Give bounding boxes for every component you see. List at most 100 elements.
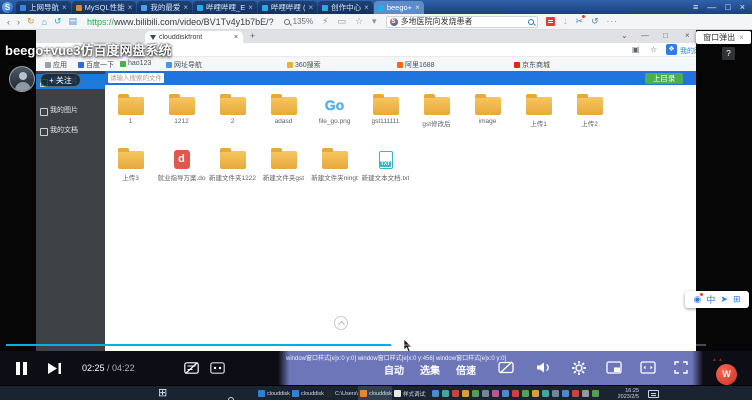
browser-tab[interactable]: MySQL性能× (72, 1, 137, 14)
tray-icon[interactable] (582, 390, 589, 397)
file-item[interactable]: gst修改后 (411, 89, 462, 139)
tray-icon[interactable] (512, 390, 519, 397)
browser-tab[interactable]: 哔哩哔哩 (× (258, 1, 317, 14)
taskbar-task-button[interactable]: 样式调试大... (392, 386, 426, 400)
settings-gear-icon[interactable] (572, 361, 586, 375)
widescreen-icon[interactable] (640, 361, 656, 374)
fullscreen-icon[interactable] (674, 361, 688, 374)
grid-icon[interactable]: ⊞ (733, 294, 741, 305)
mini-player-icon[interactable] (606, 361, 622, 374)
notification-center-icon[interactable] (648, 390, 659, 398)
tab-close-icon[interactable]: × (308, 3, 313, 12)
reader-mode-icon[interactable]: ▤ (69, 16, 78, 27)
taskbar-task-button[interactable]: clouddiske... (256, 386, 290, 400)
close-icon[interactable]: × (740, 2, 745, 12)
tray-icon[interactable] (552, 390, 559, 397)
tray-icon[interactable] (572, 390, 579, 397)
file-item[interactable]: 1 (105, 89, 156, 139)
tray-icon[interactable] (472, 390, 479, 397)
file-item[interactable]: 2 (207, 89, 258, 139)
tab-close-icon[interactable]: × (183, 3, 188, 12)
home-icon[interactable]: ⌂ (42, 17, 47, 27)
flash-icon[interactable]: ⚡ (322, 16, 328, 27)
file-item[interactable]: Gofile_go.png (309, 89, 360, 139)
zoom-control[interactable]: 135% (284, 17, 313, 26)
tooltip-close-icon[interactable]: × (739, 33, 744, 42)
file-item[interactable]: 上传2 (564, 89, 615, 139)
speed-button[interactable]: 倍速 (456, 362, 476, 377)
taskbar-task-button[interactable]: C:\Users\Ad... (324, 386, 358, 400)
search-icon[interactable] (528, 19, 534, 25)
file-item[interactable]: 1212 (156, 89, 207, 139)
tray-icon[interactable] (492, 390, 499, 397)
browser-tab[interactable]: 我的最爱× (137, 1, 192, 14)
tray-icon[interactable] (542, 390, 549, 397)
tray-icon[interactable] (562, 390, 569, 397)
tab-close-icon[interactable]: × (364, 3, 369, 12)
subtitle-off-icon[interactable] (498, 361, 514, 374)
clock-history-icon[interactable]: ↺ (591, 16, 599, 27)
help-icon[interactable]: ? (722, 47, 735, 60)
tab-close-icon[interactable]: × (62, 3, 67, 12)
tray-icon[interactable] (532, 390, 539, 397)
file-item[interactable]: 上传1 (513, 89, 564, 139)
file-item[interactable]: image (462, 89, 513, 139)
tray-icon[interactable] (432, 390, 439, 397)
menu-icon[interactable]: ≡ (693, 2, 698, 12)
file-item[interactable]: 新建文件夹1222 (207, 143, 258, 193)
tab-close-icon[interactable]: × (415, 3, 420, 12)
refresh-icon[interactable]: ↻ (27, 16, 35, 27)
browser-tab[interactable]: 上网导航× (16, 1, 71, 14)
browser-tab[interactable]: 哔哩哔哩_E× (193, 1, 257, 14)
taskbar-task-button[interactable]: clouddiskfr... (358, 386, 392, 400)
search-input[interactable]: S 多地医院向发烧患者 (386, 16, 538, 28)
quality-auto-button[interactable]: 自动 (384, 362, 404, 377)
video-viewport[interactable]: clouddiskfront × + ⌄ — □ × ▣ ☆ ❖ 我的网盘 应用… (0, 30, 752, 385)
translate-icon[interactable]: 中 (706, 293, 715, 306)
volume-icon[interactable] (536, 361, 551, 374)
file-item[interactable]: TXT新建文本文档.txt (360, 143, 411, 193)
browser-tab[interactable]: 创作中心× (318, 1, 373, 14)
taskbar-task-button[interactable]: clouddiskfr... (290, 386, 324, 400)
tray-icon[interactable] (482, 390, 489, 397)
minimize-icon[interactable]: — (707, 2, 716, 12)
file-item[interactable]: 上传3 (105, 143, 156, 193)
pause-button[interactable] (16, 362, 27, 375)
episodes-button[interactable]: 选集 (420, 362, 440, 377)
favorites-icon[interactable] (546, 17, 555, 26)
download-icon[interactable]: ↓ (563, 16, 568, 27)
tray-icon[interactable] (452, 390, 459, 397)
taskbar-search-icon[interactable] (228, 390, 234, 400)
screen-capture-icon[interactable]: ◉ (694, 294, 702, 305)
tray-icon[interactable] (592, 390, 599, 397)
sogou-logo-icon[interactable]: S (2, 2, 13, 13)
uploader-avatar[interactable] (9, 66, 35, 92)
file-item[interactable]: 新建文件夹ningt (309, 143, 360, 193)
history-dropdown-icon[interactable]: ↺ (54, 16, 62, 27)
tab-close-icon[interactable]: × (248, 3, 253, 12)
file-item[interactable]: d就业指导方案.do (156, 143, 207, 193)
popup-blocked-tooltip[interactable]: 窗口弹出× (696, 31, 751, 44)
chevron-down-icon[interactable]: ▾ (372, 16, 377, 27)
start-button-icon[interactable]: ⊞ (158, 386, 167, 400)
maximize-icon[interactable]: □ (725, 2, 730, 12)
floating-widget-icon[interactable]: W (716, 364, 737, 385)
follow-button[interactable]: + 关注 (40, 73, 81, 87)
tray-icon[interactable] (522, 390, 529, 397)
danmaku-toggle-icon[interactable] (184, 362, 199, 374)
next-button[interactable] (48, 363, 61, 374)
address-bar[interactable]: https://www.bilibili.com/video/BV1Tv4y1b… (87, 17, 274, 27)
file-item[interactable]: gst111111 (360, 89, 411, 139)
progress-bar[interactable] (6, 344, 706, 346)
more-menu-icon[interactable]: ··· (607, 17, 618, 26)
back-icon[interactable]: ‹ (7, 17, 10, 27)
forward-icon[interactable]: › (17, 17, 20, 27)
file-item[interactable]: 新建文件夹gst (258, 143, 309, 193)
bookmark-star-icon[interactable]: ☆ (355, 16, 363, 27)
screenshot-scissors-icon[interactable]: ✂ (576, 16, 584, 27)
browser-tab[interactable]: beego+× (374, 1, 424, 14)
floating-toolbar[interactable]: ◉ 中 ➤ ⊞ (685, 291, 749, 308)
taskbar-clock[interactable]: 16:25 2023/2/5 (601, 388, 639, 400)
tray-icon[interactable] (442, 390, 449, 397)
tray-icon[interactable] (502, 390, 509, 397)
